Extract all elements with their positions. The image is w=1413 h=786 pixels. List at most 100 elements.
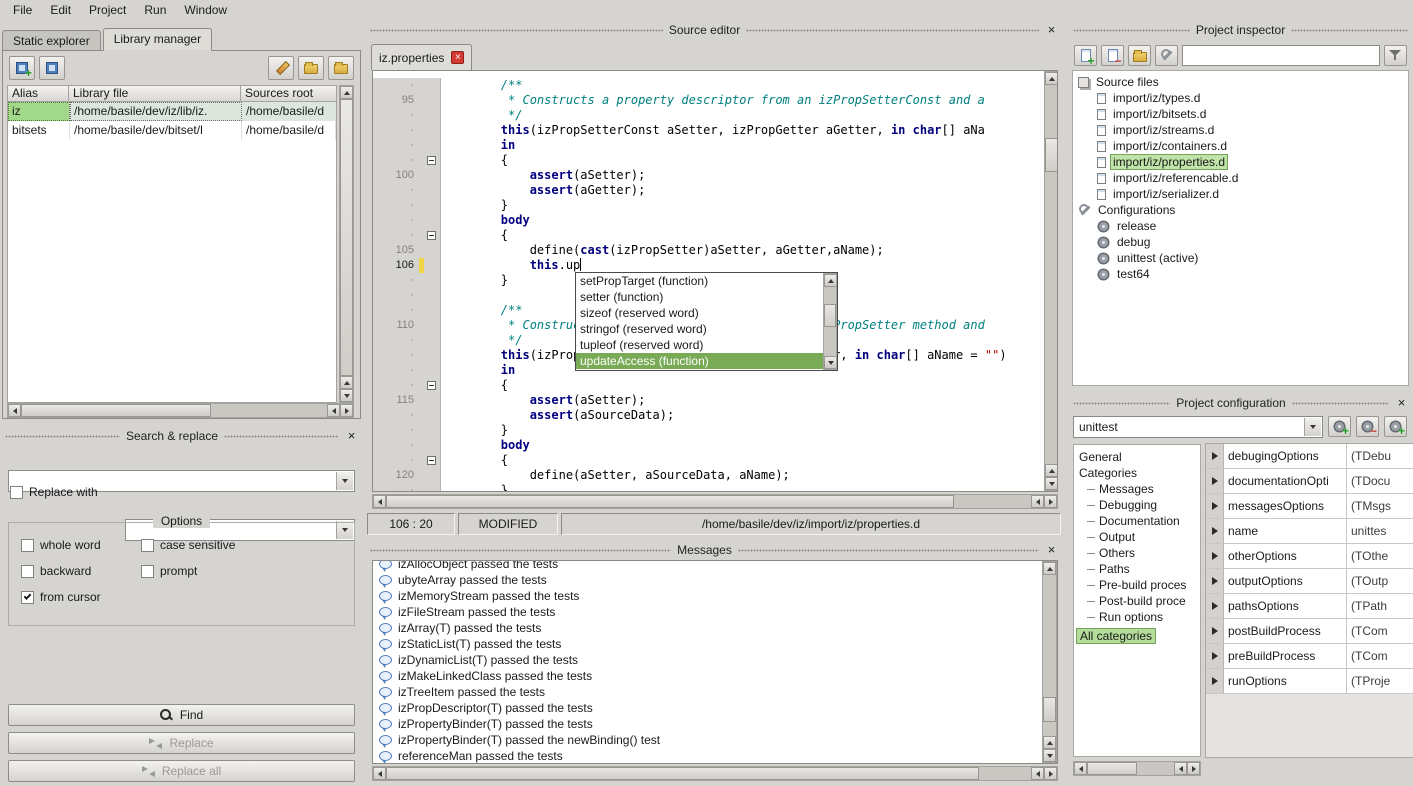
- expand-arrow-icon[interactable]: [1206, 619, 1224, 643]
- scroll-up-button[interactable]: [824, 274, 837, 287]
- fold-marker-icon[interactable]: [427, 456, 436, 465]
- expand-arrow-icon[interactable]: [1206, 594, 1224, 618]
- completion-item[interactable]: sizeof (reserved word): [576, 305, 823, 321]
- scroll-left-button[interactable]: [373, 495, 386, 508]
- editor-line[interactable]: · assert(aSourceData);: [373, 408, 1042, 423]
- category-paths[interactable]: Paths: [1074, 561, 1200, 577]
- tree-file-import-iz-bitsets-d[interactable]: import/iz/bitsets.d: [1073, 106, 1408, 122]
- expand-arrow-icon[interactable]: [1206, 544, 1224, 568]
- category-post-build-proce[interactable]: Post-build proce: [1074, 593, 1200, 609]
- expand-arrow-icon[interactable]: [1206, 569, 1224, 593]
- scroll-up-button[interactable]: [1045, 72, 1058, 85]
- property-value[interactable]: unittes: [1347, 519, 1413, 543]
- tree-config-release[interactable]: release: [1073, 218, 1408, 234]
- scroll-right-button[interactable]: [1187, 762, 1200, 775]
- tree-file-import-iz-serializer-d[interactable]: import/iz/serializer.d: [1073, 186, 1408, 202]
- checkbox-box[interactable]: [21, 591, 34, 604]
- category-general[interactable]: General: [1074, 449, 1200, 465]
- editor-line[interactable]: · {: [373, 153, 1042, 168]
- add-library-button[interactable]: [9, 56, 35, 80]
- checkbox-backward[interactable]: backward: [21, 563, 141, 579]
- property-value[interactable]: (TOthe: [1347, 544, 1413, 568]
- scroll-track[interactable]: [824, 287, 836, 356]
- tree-node-source-files[interactable]: Source files: [1073, 74, 1408, 90]
- scroll-thumb[interactable]: [1087, 762, 1137, 775]
- filter-button[interactable]: [1384, 45, 1407, 66]
- scroll-left-button[interactable]: [327, 404, 340, 417]
- scroll-left-button[interactable]: [373, 767, 386, 780]
- fold-marker-icon[interactable]: [427, 381, 436, 390]
- editor-line[interactable]: 120 define(aSetter, aSourceData, aName);: [373, 468, 1042, 483]
- scroll-thumb[interactable]: [386, 495, 954, 508]
- tree-file-import-iz-properties-d[interactable]: import/iz/properties.d: [1073, 154, 1408, 170]
- property-value[interactable]: (TMsgs: [1347, 494, 1413, 518]
- checkbox-from-cursor[interactable]: from cursor: [21, 589, 141, 605]
- message-item[interactable]: izMakeLinkedClass passed the tests: [373, 668, 1042, 684]
- completion-scrollbar[interactable]: [823, 273, 837, 370]
- editor-line[interactable]: · {: [373, 228, 1042, 243]
- message-item[interactable]: izPropertyBinder(T) passed the newBindin…: [373, 732, 1042, 748]
- message-item[interactable]: izPropertyBinder(T) passed the tests: [373, 716, 1042, 732]
- property-row-otheroptions[interactable]: otherOptions(TOthe: [1206, 544, 1413, 569]
- editor-line[interactable]: · assert(aGetter);: [373, 183, 1042, 198]
- scroll-thumb[interactable]: [21, 404, 211, 417]
- category-pre-build-proces[interactable]: Pre-build proces: [1074, 577, 1200, 593]
- combo-dropdown-button[interactable]: [1304, 418, 1321, 436]
- scroll-up-button[interactable]: [1043, 736, 1056, 749]
- scroll-track[interactable]: [1043, 575, 1056, 736]
- menu-file[interactable]: File: [4, 1, 41, 19]
- property-row-runoptions[interactable]: runOptions(TProje: [1206, 669, 1413, 694]
- category-messages[interactable]: Messages: [1074, 481, 1200, 497]
- property-value[interactable]: (TCom: [1347, 619, 1413, 643]
- scroll-down-button[interactable]: [1043, 749, 1056, 762]
- property-row-postbuildprocess[interactable]: postBuildProcess(TCom: [1206, 619, 1413, 644]
- editor-horizontal-scrollbar[interactable]: [372, 494, 1058, 509]
- editor-line[interactable]: · }: [373, 198, 1042, 213]
- property-row-debugingoptions[interactable]: debugingOptions(TDebu: [1206, 444, 1413, 469]
- message-item[interactable]: referenceMan passed the tests: [373, 748, 1042, 763]
- tree-file-import-iz-types-d[interactable]: import/iz/types.d: [1073, 90, 1408, 106]
- checkbox-whole-word[interactable]: whole word: [21, 537, 141, 553]
- tab-close-icon[interactable]: ×: [451, 51, 464, 64]
- add-source-button[interactable]: [1074, 45, 1097, 66]
- message-item[interactable]: izMemoryStream passed the tests: [373, 588, 1042, 604]
- tree-config-debug[interactable]: debug: [1073, 234, 1408, 250]
- scroll-down-button[interactable]: [1045, 477, 1058, 490]
- tree-file-import-iz-streams-d[interactable]: import/iz/streams.d: [1073, 122, 1408, 138]
- library-table-vertical-scrollbar[interactable]: [339, 85, 354, 403]
- category-categories[interactable]: Categories: [1074, 465, 1200, 481]
- property-row-messagesoptions[interactable]: messagesOptions(TMsgs: [1206, 494, 1413, 519]
- property-value[interactable]: (TDocu: [1347, 469, 1413, 493]
- menu-edit[interactable]: Edit: [41, 1, 80, 19]
- checkbox-box[interactable]: [21, 539, 34, 552]
- editor-line[interactable]: · this(izPropSetterConst aSetter, izProp…: [373, 123, 1042, 138]
- message-item[interactable]: izTreeItem passed the tests: [373, 684, 1042, 700]
- combo-dropdown-button[interactable]: [336, 472, 353, 490]
- remove-configuration-button[interactable]: [1356, 416, 1379, 437]
- checkbox-box[interactable]: [10, 486, 23, 499]
- scroll-track[interactable]: [1045, 85, 1058, 464]
- message-item[interactable]: izAllocObject passed the tests: [373, 561, 1042, 572]
- editor-line[interactable]: 106 this.up: [373, 258, 1042, 273]
- scroll-left-button[interactable]: [8, 404, 21, 417]
- tab-static-explorer[interactable]: Static explorer: [2, 30, 101, 51]
- expand-arrow-icon[interactable]: [1206, 469, 1224, 493]
- scroll-right-button[interactable]: [1044, 495, 1057, 508]
- expand-arrow-icon[interactable]: [1206, 669, 1224, 693]
- checkbox-prompt[interactable]: prompt: [141, 563, 348, 579]
- property-value[interactable]: (TCom: [1347, 644, 1413, 668]
- message-item[interactable]: izPropDescriptor(T) passed the tests: [373, 700, 1042, 716]
- scroll-left-button[interactable]: [1074, 762, 1087, 775]
- column-header-alias[interactable]: Alias: [7, 85, 69, 102]
- property-value[interactable]: (TDebu: [1347, 444, 1413, 468]
- expand-arrow-icon[interactable]: [1206, 644, 1224, 668]
- checkbox-box[interactable]: [21, 565, 34, 578]
- remove-source-button[interactable]: [1101, 45, 1124, 66]
- completion-item[interactable]: stringof (reserved word): [576, 321, 823, 337]
- scroll-track[interactable]: [386, 495, 1031, 508]
- scroll-up-button[interactable]: [340, 376, 353, 389]
- close-icon[interactable]: ×: [1045, 24, 1058, 37]
- completion-item[interactable]: tupleof (reserved word): [576, 337, 823, 353]
- replace-all-button[interactable]: Replace all: [8, 760, 355, 782]
- expand-arrow-icon[interactable]: [1206, 494, 1224, 518]
